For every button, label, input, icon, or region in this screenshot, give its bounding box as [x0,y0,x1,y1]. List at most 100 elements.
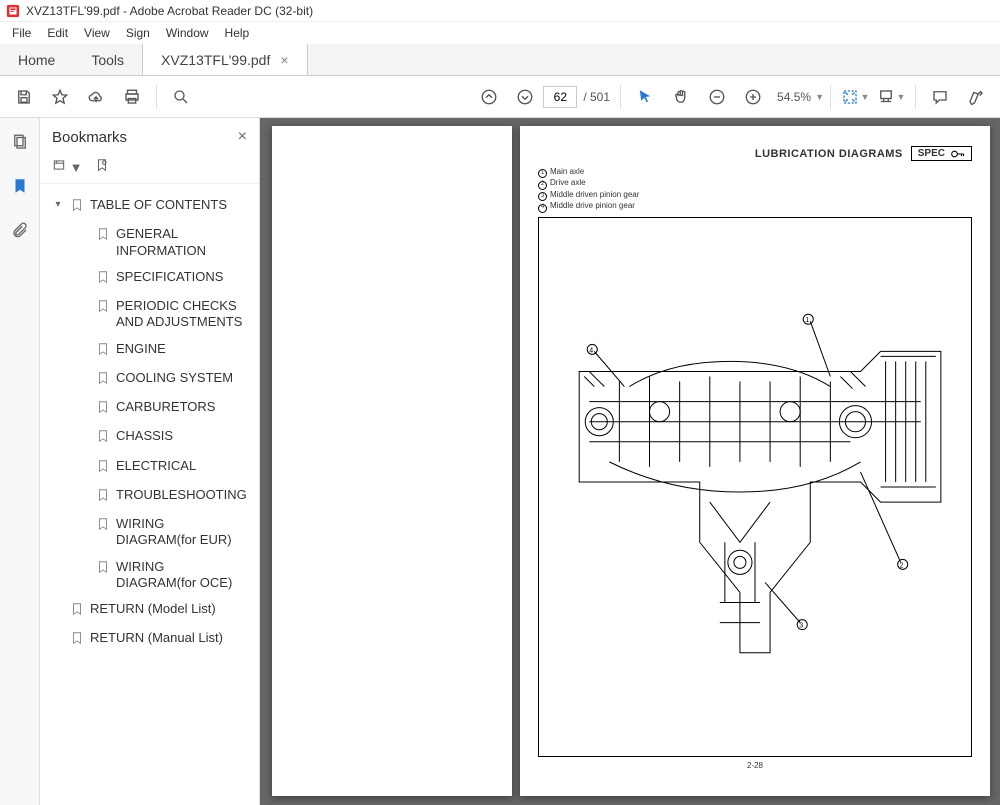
close-panel-icon[interactable]: × [238,128,247,146]
page-current: LUBRICATION DIAGRAMS SPEC 1Main axle2Dri… [520,126,990,796]
legend-item: 4Middle drive pinion gear [538,201,972,212]
document-viewport[interactable]: LUBRICATION DIAGRAMS SPEC 1Main axle2Dri… [260,118,1000,805]
lubrication-diagram: 1 2 3 4 [539,218,971,756]
bookmark-icon [96,429,110,447]
bookmark-item[interactable]: ENGINE [74,336,251,365]
toolbar-separator [620,85,621,109]
zoom-out-button[interactable] [701,81,733,113]
bookmark-label: ELECTRICAL [116,458,247,474]
menu-file[interactable]: File [4,24,39,42]
page-number-footer: 2-28 [747,761,763,770]
bookmark-icon [96,459,110,477]
toolbar-separator [915,85,916,109]
selection-tool-button[interactable] [629,81,661,113]
bookmark-item[interactable]: CARBURETORS [74,394,251,423]
svg-text:2: 2 [900,562,904,569]
bookmarks-rail-button[interactable] [6,172,34,200]
menu-help[interactable]: Help [217,24,258,42]
bookmark-item[interactable]: TROUBLESHOOTING [74,482,251,511]
page-title: LUBRICATION DIAGRAMS [755,148,903,160]
bookmark-label: WIRING DIAGRAM(for OCE) [116,559,247,592]
spec-label: SPEC [918,148,945,159]
diagram-frame: 1 2 3 4 2-28 [538,217,972,757]
window-title: XVZ13TFL'99.pdf - Adobe Acrobat Reader D… [26,4,313,18]
print-button[interactable] [116,81,148,113]
bookmark-label: SPECIFICATIONS [116,269,247,285]
bookmark-item[interactable]: CHASSIS [74,423,251,452]
tab-document-label: XVZ13TFL'99.pdf [161,52,270,68]
menu-window[interactable]: Window [158,24,217,42]
bookmark-options-button[interactable]: ▼ [52,158,83,175]
bookmark-item[interactable]: ELECTRICAL [74,453,251,482]
menu-edit[interactable]: Edit [39,24,76,42]
bookmark-item[interactable]: COOLING SYSTEM [74,365,251,394]
bookmarks-tree: ▾ TABLE OF CONTENTS GENERAL INFORMATION S… [40,184,259,663]
left-rail [0,118,40,805]
bookmark-icon [96,488,110,506]
bookmark-toc[interactable]: ▾ TABLE OF CONTENTS [48,192,251,221]
find-bookmark-button[interactable] [95,158,109,175]
bookmark-item[interactable]: GENERAL INFORMATION [74,221,251,264]
highlight-button[interactable] [960,81,992,113]
thumbnails-rail-button[interactable] [6,128,34,156]
attachments-rail-button[interactable] [6,216,34,244]
bookmark-icon [96,371,110,389]
zoom-dropdown-icon[interactable]: ▼ [815,92,824,102]
zoom-level-label[interactable]: 54.5% [777,90,811,104]
bookmark-item[interactable]: PERIODIC CHECKS AND ADJUSTMENTS [74,293,251,336]
bookmark-label: WIRING DIAGRAM(for EUR) [116,516,247,549]
page-number-input[interactable] [543,86,577,108]
bookmark-icon [96,517,110,535]
main-area: Bookmarks × ▼ ▾ TABLE OF CONTENTS GENERA… [0,118,1000,805]
bookmark-icon [96,560,110,578]
page-display-button[interactable]: ▼ [875,81,907,113]
bookmark-icon [70,602,84,620]
tab-bar: Home Tools XVZ13TFL'99.pdf × [0,44,1000,76]
zoom-in-button[interactable] [737,81,769,113]
fit-page-button[interactable]: ▼ [839,81,871,113]
spec-badge: SPEC [911,146,972,161]
toolbar-separator [156,85,157,109]
bookmark-icon [96,400,110,418]
bookmarks-panel: Bookmarks × ▼ ▾ TABLE OF CONTENTS GENERA… [40,118,260,805]
pdf-app-icon [6,4,20,18]
page-up-button[interactable] [473,81,505,113]
page-previous [272,126,512,796]
comment-button[interactable] [924,81,956,113]
page-down-button[interactable] [509,81,541,113]
bookmark-item[interactable]: RETURN (Manual List) [48,625,251,654]
bookmark-label: RETURN (Model List) [90,601,247,617]
tab-tools[interactable]: Tools [73,44,142,75]
chevron-down-icon[interactable]: ▾ [52,199,64,212]
legend-item: 2Drive axle [538,178,972,189]
toolbar: / 501 54.5% ▼ ▼ ▼ [0,76,1000,118]
toolbar-separator [830,85,831,109]
bookmark-item[interactable]: WIRING DIAGRAM(for OCE) [74,554,251,597]
bookmark-label: CARBURETORS [116,399,247,415]
cloud-button[interactable] [80,81,112,113]
star-button[interactable] [44,81,76,113]
bookmark-item[interactable]: SPECIFICATIONS [74,264,251,293]
save-button[interactable] [8,81,40,113]
bookmark-icon [70,631,84,649]
key-icon [951,149,965,159]
tab-document[interactable]: XVZ13TFL'99.pdf × [142,44,307,75]
close-tab-icon[interactable]: × [280,52,288,68]
tab-home[interactable]: Home [0,44,73,75]
bookmark-icon [96,227,110,245]
bookmark-label: PERIODIC CHECKS AND ADJUSTMENTS [116,298,247,331]
bookmark-item[interactable]: RETURN (Model List) [48,596,251,625]
bookmark-label: COOLING SYSTEM [116,370,247,386]
bookmark-icon [96,299,110,317]
hand-tool-button[interactable] [665,81,697,113]
bookmark-label: TABLE OF CONTENTS [90,197,247,213]
bookmark-item[interactable]: WIRING DIAGRAM(for EUR) [74,511,251,554]
find-button[interactable] [165,81,197,113]
bookmark-icon [96,270,110,288]
menu-view[interactable]: View [76,24,118,42]
menu-sign[interactable]: Sign [118,24,158,42]
bookmark-icon [70,198,84,216]
svg-text:3: 3 [799,622,803,629]
page-total-label: / 501 [583,90,610,104]
tab-home-label: Home [18,52,55,68]
